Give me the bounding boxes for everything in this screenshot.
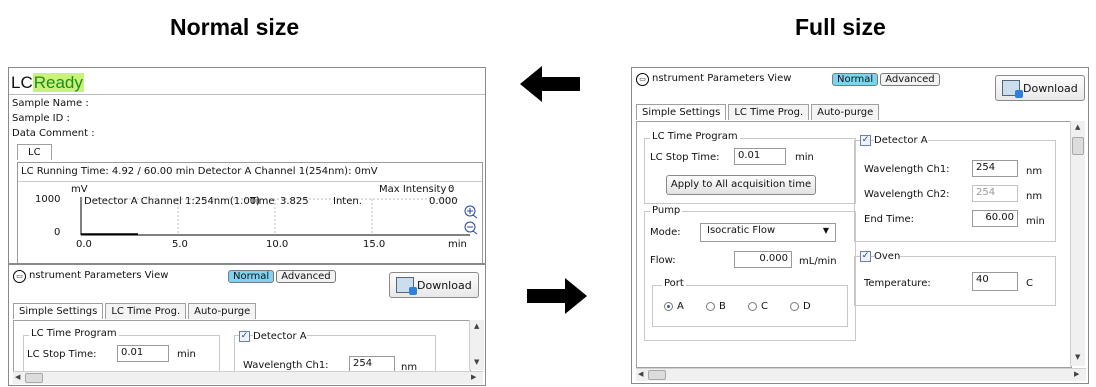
temperature-label-full: Temperature: (864, 278, 931, 289)
download-button-full[interactable]: Download (995, 75, 1085, 101)
wavelength-ch2-label-full: Wavelength Ch2: (864, 189, 950, 200)
lc-title: LCReady (11, 73, 84, 93)
tab-auto-purge[interactable]: Auto-purge (188, 303, 257, 319)
mode-label-full: Mode: (650, 227, 681, 238)
mode-select-value: Isocratic Flow (707, 225, 776, 236)
download-icon (396, 277, 417, 295)
lc-stop-time-unit: min (177, 349, 196, 360)
port-a-label: A (677, 301, 684, 312)
detector-a-label: Detector A (253, 331, 307, 342)
panel-title: nstrument Parameters View (29, 270, 169, 281)
lc-stop-time-unit-full: min (795, 152, 814, 163)
x-tick-5: 5.0 (172, 239, 188, 250)
port-b-label: B (719, 301, 726, 312)
lc-stop-time-input[interactable]: 0.01 (117, 345, 169, 362)
lc-status-panel: LCReady Sample Name : Sample ID : Data C… (8, 67, 486, 264)
port-a-radio[interactable] (664, 302, 673, 311)
lc-time-program-group: LC Time Program (29, 328, 119, 339)
flow-input-full[interactable]: 0.000 (734, 251, 792, 268)
tab-lc-time-prog[interactable]: LC Time Prog. (105, 303, 187, 319)
horizontal-scroll-thumb-full[interactable] (648, 370, 666, 380)
apply-all-acquisition-button[interactable]: Apply to All acquisition time (666, 175, 816, 195)
lc-time-program-group-full: LC Time Program (650, 131, 740, 142)
oven-label-full: Oven (874, 251, 901, 262)
lc-ready-status: Ready (32, 73, 84, 92)
sample-name-label: Sample Name : (12, 98, 89, 109)
temperature-input-full[interactable]: 40 (972, 272, 1018, 291)
flow-unit-full: mL/min (799, 256, 837, 267)
instrument-params-panel-full: ▭ nstrument Parameters View Normal Advan… (631, 67, 1089, 384)
temperature-unit-full: C (1026, 278, 1033, 289)
horizontal-scroll-thumb[interactable] (25, 373, 43, 383)
data-comment-label: Data Comment : (12, 128, 95, 139)
pump-group-full: Pump (650, 205, 683, 216)
end-time-label-full: End Time: (864, 214, 915, 225)
vertical-scroll-thumb-full[interactable] (1072, 137, 1084, 155)
download-icon-full (1002, 80, 1023, 98)
normal-mode-button-full[interactable]: Normal (832, 73, 879, 86)
tab-lc-time-prog-full[interactable]: LC Time Prog. (728, 104, 810, 120)
chevron-down-icon: ▼ (822, 226, 829, 235)
lc-stop-time-label-full: LC Stop Time: (650, 152, 720, 163)
detector-a-label-full: Detector A (874, 135, 928, 146)
restore-window-icon[interactable]: ▭ (13, 270, 26, 283)
panel-title-full: nstrument Parameters View (652, 73, 792, 84)
tab-simple-settings[interactable]: Simple Settings (13, 303, 104, 319)
tab-simple-settings-full[interactable]: Simple Settings (636, 104, 727, 120)
x-tick-10: 10.0 (266, 239, 289, 250)
port-c-label: C (761, 301, 768, 312)
port-b-radio[interactable] (706, 302, 715, 311)
detector-a-checkbox-full[interactable]: ✓ (860, 135, 871, 146)
advanced-mode-button[interactable]: Advanced (276, 270, 336, 283)
vertical-scrollbar[interactable]: ▲ ▼ (469, 320, 484, 370)
mode-select-full[interactable]: Isocratic Flow ▼ (700, 223, 836, 242)
x-tick-15: 15.0 (363, 239, 386, 250)
port-d-radio[interactable] (790, 302, 799, 311)
lc-label: LC (11, 73, 33, 92)
download-label: Download (417, 279, 472, 292)
tab-auto-purge-full[interactable]: Auto-purge (811, 104, 880, 120)
download-label-full: Download (1023, 82, 1078, 95)
x-unit-label: min (448, 239, 467, 250)
end-time-unit-full: min (1026, 216, 1045, 227)
lc-stop-time-label: LC Stop Time: (27, 349, 97, 360)
readout-inten-value: 0.000 (429, 196, 458, 207)
port-c-radio[interactable] (748, 302, 757, 311)
wavelength-ch1-label-full: Wavelength Ch1: (864, 164, 950, 175)
x-tick-0: 0.0 (76, 239, 92, 250)
lc-stop-time-input-full[interactable]: 0.01 (734, 148, 786, 165)
advanced-mode-button-full[interactable]: Advanced (880, 73, 940, 86)
readout-time-value: 3.825 (280, 196, 309, 207)
instrument-params-panel-normal: ▭ nstrument Parameters View Normal Advan… (8, 264, 486, 386)
flow-label-full: Flow: (650, 255, 676, 266)
port-d-label: D (803, 301, 811, 312)
end-time-input-full[interactable]: 60.00 (972, 210, 1018, 227)
horizontal-scrollbar-full[interactable]: ◀ ▶ (636, 368, 1086, 381)
normal-size-heading: Normal size (170, 14, 300, 40)
wavelength-ch1-label: Wavelength Ch1: (243, 360, 329, 371)
wavelength-ch1-input-full[interactable]: 254 (972, 160, 1018, 177)
tab-lc[interactable]: LC (17, 144, 52, 160)
oven-checkbox-full[interactable]: ✓ (860, 251, 871, 262)
right-arrow-icon (527, 278, 587, 314)
lc-monitor-area: LC Running Time: 4.92 / 60.00 min Detect… (17, 162, 483, 263)
readout-time-label: Time (250, 196, 275, 207)
full-size-heading: Full size (795, 14, 886, 40)
wavelength-ch2-unit-full: nm (1026, 191, 1043, 202)
restore-window-icon-full[interactable]: ▭ (636, 73, 649, 86)
download-button[interactable]: Download (389, 272, 479, 298)
normal-mode-button[interactable]: Normal (228, 270, 275, 283)
horizontal-scrollbar[interactable]: ◀ ▶ (13, 371, 483, 384)
wavelength-ch2-input-full[interactable]: 254 (972, 185, 1018, 202)
detector-a-checkbox[interactable]: ✓ (239, 331, 250, 342)
zoom-in-icon[interactable] (464, 205, 478, 219)
port-group-full: Port (662, 278, 686, 289)
zoom-out-icon[interactable] (464, 221, 478, 235)
sample-id-label: Sample ID : (12, 113, 70, 124)
readout-channel: Detector A Channel 1:254nm(1.00) (84, 196, 260, 207)
wavelength-ch1-unit-full: nm (1026, 166, 1043, 177)
vertical-scrollbar-full[interactable]: ▲ ▼ (1070, 121, 1085, 366)
readout-inten-label: Inten. (333, 196, 362, 207)
left-arrow-icon (520, 66, 580, 102)
